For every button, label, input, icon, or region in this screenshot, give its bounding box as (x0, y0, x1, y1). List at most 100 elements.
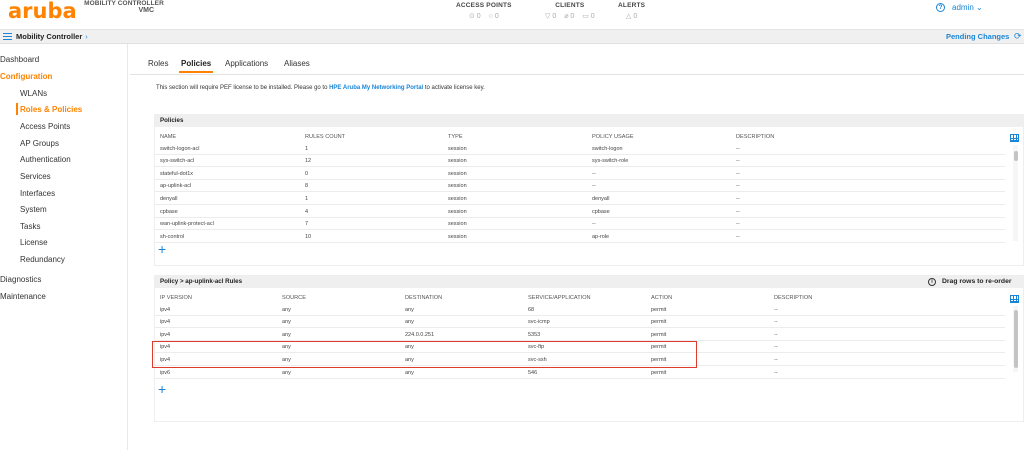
logo-text: aruba (8, 0, 77, 23)
policies-table-body: switch-logon-acl 1 session switch-logon -- sy… (155, 143, 1005, 244)
col-type[interactable]: TYPE (448, 134, 463, 140)
rules-panel: Policy > ap-uplink-acl Rules i Drag rows… (152, 275, 1024, 422)
column-picker-icon[interactable] (1010, 134, 1019, 142)
sidebar-item-roles-policies[interactable]: Roles & Policies (20, 105, 82, 114)
policies-scroll-thumb[interactable] (1013, 151, 1018, 161)
sidebar-item-wlans[interactable]: WLANs (20, 89, 47, 98)
hamburger-menu-icon[interactable] (3, 33, 12, 41)
table-row[interactable]: sh-control 10 session ap-role -- (155, 231, 1005, 243)
col-policy-usage[interactable]: POLICY USAGE (592, 134, 634, 140)
top-header: aruba MOBILITY CONTROLLER VMC ACCESS POI… (0, 0, 1024, 30)
col-service-application[interactable]: SERVICE/APPLICATION (528, 295, 591, 301)
rules-column-picker-icon[interactable] (1010, 295, 1019, 303)
table-row[interactable]: switch-logon-acl 1 session switch-logon -- (155, 143, 1005, 155)
breadcrumb-bar: Mobility Controller › Pending Changes ⟳ (0, 30, 1024, 44)
info-icon: i (928, 278, 936, 286)
rules-scrollbar[interactable] (1013, 306, 1018, 372)
sidebar-item-authentication[interactable]: Authentication (20, 155, 71, 164)
table-cell: -- (774, 306, 778, 313)
col-rules-count[interactable]: RULES COUNT (305, 134, 345, 140)
sidebar-item-maintenance[interactable]: Maintenance (0, 292, 46, 301)
col-rule-description[interactable]: DESCRIPTION (774, 295, 812, 301)
table-cell: permit (651, 306, 667, 313)
col-action[interactable]: ACTION (651, 295, 672, 301)
user-menu[interactable]: admin ⌄ (952, 3, 983, 12)
table-row[interactable]: ipv4 any any svc-icmp permit -- (155, 317, 1005, 329)
table-row[interactable]: wan-uplink-protect-acl 7 session -- -- (155, 219, 1005, 231)
table-row[interactable]: sys-switch-acl 12 session sys-switch-role -- (155, 156, 1005, 168)
policies-scrollbar[interactable] (1013, 145, 1018, 241)
table-cell: -- (774, 344, 778, 351)
table-row[interactable]: ipv4 any 224.0.0.251 5353 permit -- (155, 329, 1005, 341)
table-cell: 546 (528, 369, 538, 376)
main-content: Roles Policies Applications Aliases This… (130, 44, 1024, 450)
header-alerts[interactable]: ALERTS △ 0 (618, 2, 645, 20)
table-cell: cpbase (592, 208, 610, 215)
table-row[interactable]: cpbase 4 session cpbase -- (155, 206, 1005, 218)
sidebar-item-services[interactable]: Services (20, 172, 51, 181)
active-tab-underline (179, 71, 213, 73)
table-cell: any (282, 369, 291, 376)
table-row[interactable]: denyall 1 session denyall -- (155, 193, 1005, 205)
table-row[interactable]: stateful-dot1x 0 session -- -- (155, 168, 1005, 180)
sidebar-item-redundancy[interactable]: Redundancy (20, 255, 65, 264)
sidebar-item-license[interactable]: License (20, 238, 48, 247)
tab-policies[interactable]: Policies (179, 59, 213, 73)
active-indicator (16, 103, 18, 115)
table-row[interactable]: ap-uplink-acl 8 session -- -- (155, 181, 1005, 193)
aruba-logo[interactable]: aruba (8, 0, 77, 23)
breadcrumb-title: Mobility Controller (16, 32, 83, 41)
rules-panel-header: Policy > ap-uplink-acl Rules i Drag rows… (155, 276, 1023, 288)
add-rule-button[interactable]: + (158, 382, 166, 396)
col-name[interactable]: NAME (160, 134, 176, 140)
sidebar-item-access-points[interactable]: Access Points (20, 122, 70, 131)
table-cell: 1 (305, 145, 309, 152)
table-cell: ipv4 (160, 331, 171, 338)
help-icon[interactable]: ? (936, 3, 945, 12)
table-cell: 7 (305, 221, 309, 228)
table-cell: any (282, 331, 291, 338)
table-cell: -- (736, 208, 740, 215)
sidebar-item-diagnostics[interactable]: Diagnostics (0, 275, 41, 284)
header-clients[interactable]: CLIENTS ▽ 0 ⌀ 0 ▭ 0 (542, 2, 598, 20)
table-cell: permit (651, 319, 667, 326)
col-description[interactable]: DESCRIPTION (736, 134, 774, 140)
sidebar-item-system[interactable]: System (20, 205, 47, 214)
sidebar-item-configuration[interactable]: Configuration (0, 72, 52, 81)
table-cell: 4 (305, 208, 309, 215)
table-cell: -- (736, 195, 740, 202)
sidebar-item-dashboard[interactable]: Dashboard (0, 55, 39, 64)
col-ip-version[interactable]: IP VERSION (160, 295, 192, 301)
tab-applications[interactable]: Applications (225, 59, 268, 68)
clients-label: CLIENTS (555, 2, 585, 9)
table-row[interactable]: ipv6 any any 546 permit -- (155, 367, 1005, 379)
tab-roles[interactable]: Roles (148, 59, 168, 68)
table-cell: -- (736, 183, 740, 190)
clients-counts: ▽ 0 ⌀ 0 ▭ 0 (542, 12, 598, 20)
table-cell: any (405, 319, 414, 326)
table-cell: session (448, 145, 467, 152)
col-source[interactable]: SOURCE (282, 295, 306, 301)
breadcrumb[interactable]: Mobility Controller › (16, 32, 88, 41)
tab-aliases[interactable]: Aliases (284, 59, 310, 68)
col-destination[interactable]: DESTINATION (405, 295, 442, 301)
pending-changes-button[interactable]: Pending Changes (946, 32, 1009, 41)
sidebar-item-interfaces[interactable]: Interfaces (20, 189, 55, 198)
table-cell: ipv4 (160, 319, 171, 326)
table-cell: -- (774, 356, 778, 363)
table-cell: denyall (160, 195, 178, 202)
table-cell: session (448, 158, 467, 165)
alerts-counts: △ 0 (618, 12, 645, 20)
rules-scroll-thumb[interactable] (1013, 310, 1018, 368)
product-line1: MOBILITY CONTROLLER (84, 0, 164, 7)
sidebar-item-tasks[interactable]: Tasks (20, 222, 40, 231)
refresh-icon[interactable]: ⟳ (1014, 32, 1022, 41)
table-cell: svc-icmp (528, 319, 550, 326)
add-policy-button[interactable]: + (158, 242, 166, 256)
table-row[interactable]: ipv4 any any 68 permit -- (155, 304, 1005, 316)
portal-link[interactable]: HPE Aruba My Networking Portal (329, 85, 423, 91)
sidebar-item-ap-groups[interactable]: AP Groups (20, 139, 59, 148)
ap-up-count: ⊙ 0 (468, 13, 481, 20)
policies-panel-header: Policies (155, 115, 1023, 127)
header-access-points[interactable]: ACCESS POINTS ⊙ 0 ○ 0 (456, 2, 512, 20)
